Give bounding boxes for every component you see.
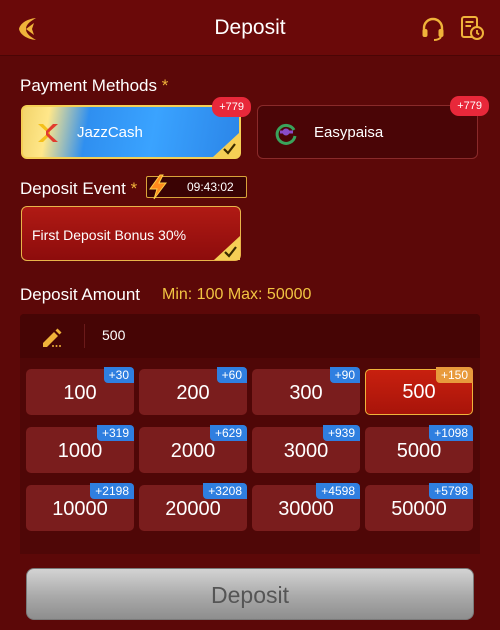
payment-option-easypaisa[interactable]: Easypaisa +779 bbox=[257, 96, 489, 159]
jazzcash-logo-icon bbox=[35, 121, 61, 145]
deposit-event-text: Deposit Event bbox=[20, 179, 126, 198]
amount-option-1000[interactable]: 1000 +319 bbox=[26, 425, 134, 473]
header-bar: Deposit bbox=[0, 0, 500, 56]
amount-option-5000[interactable]: 5000 +1098 bbox=[365, 425, 473, 473]
event-timer: 09:43:02 bbox=[146, 174, 247, 200]
payment-name-easypaisa: Easypaisa bbox=[314, 124, 384, 141]
payment-option-jazzcash[interactable]: JazzCash +779 bbox=[21, 97, 251, 159]
event-option-first-deposit[interactable]: First Deposit Bonus 30% bbox=[21, 206, 241, 261]
required-mark: * bbox=[161, 76, 169, 95]
amount-option-2000[interactable]: 2000 +629 bbox=[139, 425, 247, 473]
deposit-button[interactable]: Deposit bbox=[26, 568, 474, 620]
timer-text: 09:43:02 bbox=[187, 180, 234, 194]
amount-option-200[interactable]: 200 +60 bbox=[139, 367, 247, 415]
check-icon bbox=[213, 133, 239, 157]
amount-bonus: +30 bbox=[103, 367, 134, 383]
amount-option-50000[interactable]: 50000 +5798 bbox=[365, 483, 473, 531]
amount-option-100[interactable]: 100 +30 bbox=[26, 367, 134, 415]
payment-name-jazzcash: JazzCash bbox=[77, 124, 143, 141]
amount-option-500[interactable]: 500 +150 bbox=[365, 367, 473, 415]
amount-input[interactable] bbox=[102, 327, 302, 343]
amount-option-10000[interactable]: 10000 +2198 bbox=[26, 483, 134, 531]
history-icon[interactable] bbox=[459, 15, 485, 41]
easypaisa-logo-icon bbox=[274, 121, 298, 145]
amount-value: 50000 bbox=[391, 498, 447, 520]
amount-option-3000[interactable]: 3000 +939 bbox=[252, 425, 360, 473]
amount-bonus: +629 bbox=[209, 425, 247, 441]
amount-input-row bbox=[20, 314, 480, 358]
amount-option-20000[interactable]: 20000 +3208 bbox=[139, 483, 247, 531]
amount-value: 1000 bbox=[57, 440, 103, 462]
amount-bonus: +3208 bbox=[203, 483, 247, 499]
amount-value: 500 bbox=[402, 381, 436, 403]
deposit-event-label: Deposit Event * bbox=[20, 179, 137, 199]
payment-methods-text: Payment Methods bbox=[20, 76, 158, 95]
required-mark: * bbox=[130, 179, 138, 198]
amount-bonus: +939 bbox=[322, 425, 360, 441]
amount-bonus: +2198 bbox=[90, 483, 134, 499]
payment-methods-label: Payment Methods * bbox=[20, 76, 168, 96]
bonus-badge: +779 bbox=[212, 97, 251, 117]
amount-bonus: +1098 bbox=[429, 425, 473, 441]
pencil-icon bbox=[40, 326, 64, 348]
amount-value: 2000 bbox=[170, 440, 216, 462]
headset-icon[interactable] bbox=[420, 16, 446, 42]
check-icon bbox=[214, 236, 240, 260]
amount-option-30000[interactable]: 30000 +4598 bbox=[252, 483, 360, 531]
amount-bonus: +4598 bbox=[316, 483, 360, 499]
amount-value: 200 bbox=[176, 382, 210, 404]
amount-value: 20000 bbox=[165, 498, 221, 520]
amount-bonus: +150 bbox=[435, 367, 473, 383]
amount-value: 100 bbox=[63, 382, 97, 404]
amount-panel: 100 +30 200 +60 300 +90 500 +150 1000 +3… bbox=[20, 314, 480, 550]
input-divider bbox=[84, 324, 85, 348]
event-name: First Deposit Bonus 30% bbox=[32, 227, 187, 243]
deposit-amount-label: Deposit Amount bbox=[20, 285, 141, 304]
min-max-text: Min: 100 Max: 50000 bbox=[162, 286, 312, 303]
amount-value: 300 bbox=[289, 382, 323, 404]
amount-bonus: +60 bbox=[216, 367, 247, 383]
lightning-icon bbox=[146, 174, 170, 200]
amount-option-300[interactable]: 300 +90 bbox=[252, 367, 360, 415]
bonus-badge: +779 bbox=[450, 96, 489, 116]
amount-value: 30000 bbox=[278, 498, 334, 520]
amount-value: 5000 bbox=[396, 440, 442, 462]
amount-bonus: +319 bbox=[96, 425, 134, 441]
amount-value: 3000 bbox=[283, 440, 329, 462]
amount-bonus: +5798 bbox=[429, 483, 473, 499]
amount-value: 10000 bbox=[52, 498, 108, 520]
amount-bonus: +90 bbox=[329, 367, 360, 383]
